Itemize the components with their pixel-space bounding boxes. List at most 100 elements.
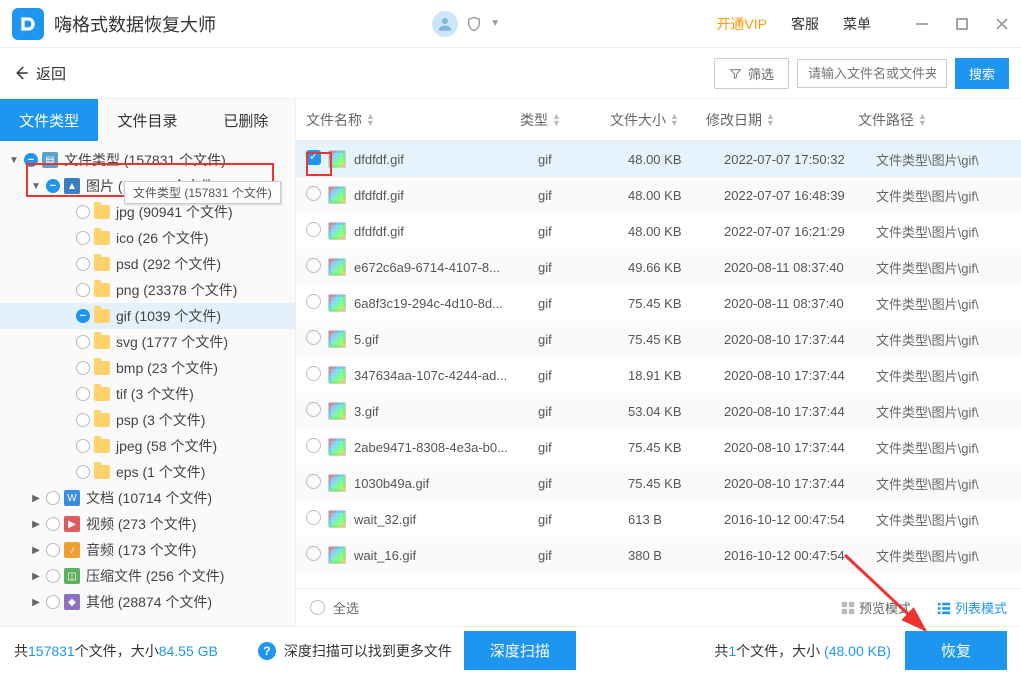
account-dropdown-icon[interactable]: ▼ <box>490 18 500 29</box>
check-empty-icon[interactable] <box>46 491 60 505</box>
expand-icon[interactable]: ▼ <box>30 181 42 192</box>
tree-item[interactable]: eps (1 个文件) <box>0 459 295 485</box>
tree-docs[interactable]: ▶W文档 (10714 个文件) <box>0 485 295 511</box>
list-mode-toggle[interactable]: 列表模式 <box>937 598 1007 617</box>
check-empty-icon[interactable] <box>76 335 90 349</box>
check-empty-icon[interactable] <box>76 361 90 375</box>
col-type[interactable]: 类型▲▼ <box>520 110 610 130</box>
sidebar-tabs: 文件类型 文件目录 已删除 <box>0 99 295 141</box>
file-path: 文件类型\图片\gif\ <box>876 150 1021 169</box>
file-icon <box>328 510 346 528</box>
tab-deleted[interactable]: 已删除 <box>197 99 295 141</box>
tree-archive[interactable]: ▶◫压缩文件 (256 个文件) <box>0 563 295 589</box>
row-checkbox[interactable] <box>306 330 324 348</box>
table-row[interactable]: 347634aa-107c-4244-ad...gif18.91 KB2020-… <box>296 357 1021 393</box>
titlebar: 嗨格式数据恢复大师 ▼ 开通VIP 客服 菜单 <box>0 0 1021 48</box>
vip-link[interactable]: 开通VIP <box>716 14 767 34</box>
check-empty-icon[interactable] <box>76 465 90 479</box>
table-row[interactable]: 3.gifgif53.04 KB2020-08-10 17:37:44文件类型\… <box>296 393 1021 429</box>
shield-icon[interactable] <box>464 14 484 34</box>
toolbar: 返回 筛选 搜索 <box>0 48 1021 98</box>
col-date[interactable]: 修改日期▲▼ <box>706 110 858 130</box>
table-row[interactable]: e672c6a9-6714-4107-8...gif49.66 KB2020-0… <box>296 249 1021 285</box>
col-name[interactable]: 文件名称▲▼ <box>306 110 520 130</box>
file-icon <box>328 222 346 240</box>
folder-icon <box>94 413 110 427</box>
tab-file-type[interactable]: 文件类型 <box>0 99 98 141</box>
table-row[interactable]: 6a8f3c19-294c-4d10-8d...gif75.45 KB2020-… <box>296 285 1021 321</box>
table-row[interactable]: dfdfdf.gifgif48.00 KB2022-07-07 16:21:29… <box>296 213 1021 249</box>
search-button[interactable]: 搜索 <box>955 58 1009 89</box>
check-empty-icon[interactable] <box>76 231 90 245</box>
row-checkbox[interactable] <box>306 222 324 240</box>
close-button[interactable] <box>993 15 1011 33</box>
file-name: 3.gif <box>354 404 538 419</box>
check-partial-icon[interactable]: − <box>24 153 38 167</box>
app-logo <box>12 8 44 40</box>
tree-other[interactable]: ▶◆其他 (28874 个文件) <box>0 589 295 615</box>
tree-item[interactable]: png (23378 个文件) <box>0 277 295 303</box>
preview-mode-toggle[interactable]: 预览模式 <box>841 598 911 617</box>
row-checkbox[interactable] <box>306 186 324 204</box>
row-checkbox[interactable] <box>306 546 324 564</box>
row-checkbox[interactable] <box>306 402 324 420</box>
tab-file-dir[interactable]: 文件目录 <box>98 99 196 141</box>
table-row[interactable]: wait_16.gifgif380 B2016-10-12 00:47:54文件… <box>296 537 1021 573</box>
row-checkbox[interactable] <box>306 366 324 384</box>
check-empty-icon[interactable] <box>46 569 60 583</box>
col-path[interactable]: 文件路径▲▼ <box>858 110 1021 130</box>
tree-item[interactable]: −gif (1039 个文件) <box>0 303 295 329</box>
tree-video[interactable]: ▶▶视频 (273 个文件) <box>0 511 295 537</box>
expand-icon[interactable]: ▼ <box>8 155 20 166</box>
table-row[interactable]: 5.gifgif75.45 KB2020-08-10 17:37:44文件类型\… <box>296 321 1021 357</box>
check-empty-icon[interactable] <box>46 543 60 557</box>
row-checkbox[interactable] <box>306 438 324 456</box>
check-empty-icon[interactable] <box>46 517 60 531</box>
tree-item[interactable]: bmp (23 个文件) <box>0 355 295 381</box>
pane-footer: 全选 预览模式 列表模式 <box>296 588 1021 626</box>
check-empty-icon[interactable] <box>76 439 90 453</box>
tree-item[interactable]: psp (3 个文件) <box>0 407 295 433</box>
select-all-checkbox[interactable] <box>310 600 325 615</box>
check-empty-icon[interactable] <box>76 413 90 427</box>
minimize-button[interactable] <box>913 15 931 33</box>
table-row[interactable]: dfdfdf.gifgif48.00 KB2022-07-07 16:48:39… <box>296 177 1021 213</box>
table-row[interactable]: dfdfdf.gifgif48.00 KB2022-07-07 17:50:32… <box>296 141 1021 177</box>
row-checkbox[interactable] <box>306 474 324 492</box>
check-empty-icon[interactable] <box>76 387 90 401</box>
check-empty-icon[interactable] <box>76 205 90 219</box>
check-partial-icon[interactable]: − <box>46 179 60 193</box>
tree-item[interactable]: jpeg (58 个文件) <box>0 433 295 459</box>
tree-item[interactable]: tif (3 个文件) <box>0 381 295 407</box>
menu-link[interactable]: 菜单 <box>843 14 871 34</box>
row-checkbox[interactable] <box>306 150 324 168</box>
row-checkbox[interactable] <box>306 258 324 276</box>
row-checkbox[interactable] <box>306 510 324 528</box>
table-row[interactable]: wait_32.gifgif613 B2016-10-12 00:47:54文件… <box>296 501 1021 537</box>
table-row[interactable]: 2abe9471-8308-4e3a-b0...gif75.45 KB2020-… <box>296 429 1021 465</box>
avatar-icon[interactable] <box>432 11 458 37</box>
tree-item[interactable]: psd (292 个文件) <box>0 251 295 277</box>
tree-archive-label: 压缩文件 (256 个文件) <box>86 566 224 586</box>
file-date: 2020-08-11 08:37:40 <box>724 296 876 311</box>
filter-button[interactable]: 筛选 <box>714 58 789 89</box>
file-name: wait_32.gif <box>354 512 538 527</box>
deep-scan-button[interactable]: 深度扫描 <box>464 631 576 670</box>
maximize-button[interactable] <box>953 15 971 33</box>
search-input[interactable] <box>797 59 947 88</box>
col-size[interactable]: 文件大小▲▼ <box>610 110 706 130</box>
tree-audio[interactable]: ▶♪音频 (173 个文件) <box>0 537 295 563</box>
support-link[interactable]: 客服 <box>791 14 819 34</box>
tree-root[interactable]: ▼ − ▤ 文件类型 (157831 个文件) <box>0 147 295 173</box>
file-name: dfdfdf.gif <box>354 224 538 239</box>
check-empty-icon[interactable] <box>76 257 90 271</box>
table-row[interactable]: 1030b49a.gifgif75.45 KB2020-08-10 17:37:… <box>296 465 1021 501</box>
row-checkbox[interactable] <box>306 294 324 312</box>
check-partial-icon[interactable]: − <box>76 309 90 323</box>
check-empty-icon[interactable] <box>46 595 60 609</box>
tree-item[interactable]: svg (1777 个文件) <box>0 329 295 355</box>
recover-button[interactable]: 恢复 <box>905 631 1007 670</box>
back-button[interactable]: 返回 <box>12 63 66 84</box>
check-empty-icon[interactable] <box>76 283 90 297</box>
tree-item[interactable]: ico (26 个文件) <box>0 225 295 251</box>
